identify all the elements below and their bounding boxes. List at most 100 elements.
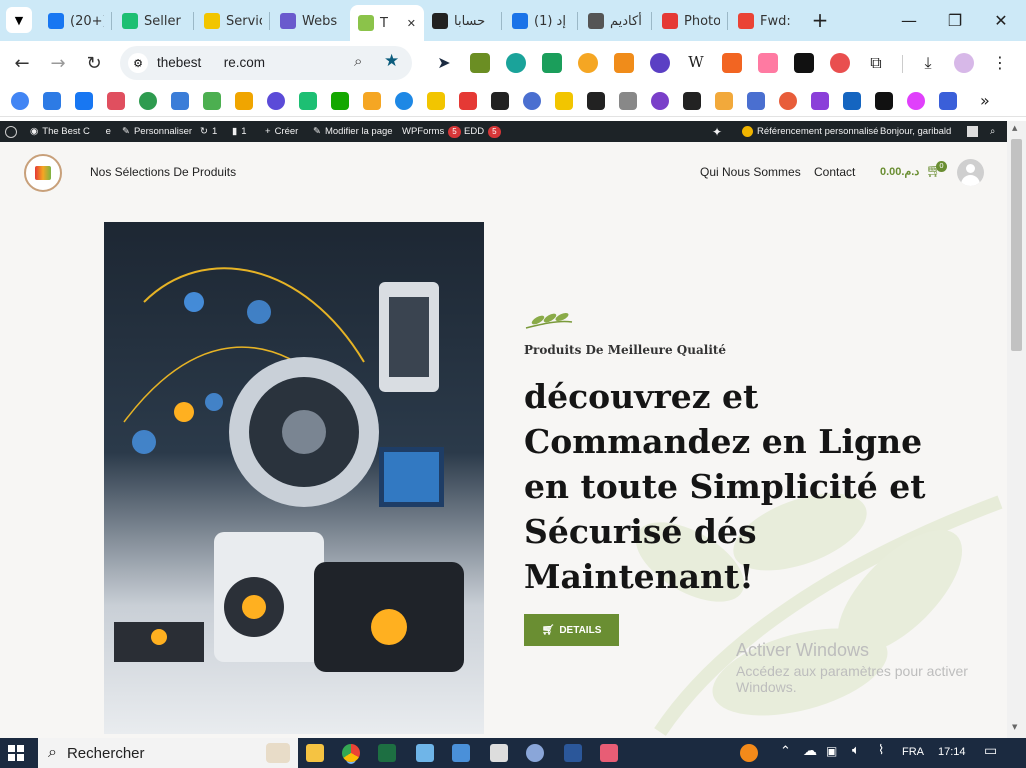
volume-icon[interactable]: 🔈︎ xyxy=(852,743,860,758)
tab-0[interactable]: (20+) xyxy=(40,6,104,36)
bookmark-14-icon[interactable] xyxy=(427,92,445,110)
admin-edd-link[interactable]: EDD 5 xyxy=(464,121,501,142)
clock[interactable]: 17:14 xyxy=(938,746,966,758)
admin-comments-link[interactable]: ▮ 1 xyxy=(232,121,247,142)
admin-customize-link[interactable]: ✎ Personnaliser xyxy=(122,121,192,142)
code-extension-icon[interactable] xyxy=(722,53,742,73)
glasses-extension-icon[interactable] xyxy=(470,53,490,73)
bookmark-6-icon[interactable] xyxy=(171,92,189,110)
admin-search-icon[interactable]: ⌕ xyxy=(990,121,995,142)
scroll-up-icon[interactable]: ▲ xyxy=(1012,124,1017,132)
bookmark-7-icon[interactable] xyxy=(203,92,221,110)
screen-recorder-icon[interactable] xyxy=(506,53,526,73)
close-tab-icon[interactable]: ✕ xyxy=(407,17,416,30)
start-button[interactable] xyxy=(8,745,24,761)
circle-extension-icon[interactable] xyxy=(650,53,670,73)
bookmark-2-icon[interactable] xyxy=(43,92,61,110)
wordpress-logo-icon[interactable] xyxy=(5,121,17,142)
image-extension-icon[interactable] xyxy=(758,53,778,73)
new-tab-button[interactable]: + xyxy=(808,8,832,32)
bookmark-1-icon[interactable] xyxy=(11,92,29,110)
bookmark-13-icon[interactable] xyxy=(395,92,413,110)
scrollbar-thumb[interactable] xyxy=(1011,139,1022,351)
chatgpt-icon[interactable] xyxy=(794,53,814,73)
bookmark-28-icon[interactable] xyxy=(875,92,893,110)
paint-icon[interactable] xyxy=(526,744,544,762)
zoom-icon[interactable]: ⌕ xyxy=(354,52,362,70)
file-explorer-icon[interactable] xyxy=(306,744,324,762)
bookmark-4-icon[interactable] xyxy=(107,92,125,110)
notification-icon[interactable]: ▭ xyxy=(984,743,997,759)
video-extension-icon[interactable] xyxy=(542,53,562,73)
close-window-button[interactable]: ✕ xyxy=(986,8,1016,32)
site-logo[interactable] xyxy=(24,154,62,192)
bookmark-23-icon[interactable] xyxy=(715,92,733,110)
app-orange-icon[interactable] xyxy=(740,744,758,762)
tab-6[interactable]: (1) إد xyxy=(504,6,570,36)
admin-wpforms-link[interactable]: WPForms 5 xyxy=(402,121,461,142)
back-button[interactable]: ← xyxy=(10,51,34,75)
language-indicator[interactable]: FRA xyxy=(902,746,924,758)
puzzle-icon[interactable]: ⧉ xyxy=(866,53,886,73)
user-avatar-icon[interactable] xyxy=(957,159,984,186)
admin-site-link[interactable]: ◉ The Best C e xyxy=(30,121,111,142)
scroll-down-icon[interactable]: ▼ xyxy=(1012,723,1017,731)
bookmark-22-icon[interactable] xyxy=(683,92,701,110)
bookmark-15-icon[interactable] xyxy=(459,92,477,110)
bookmark-11-icon[interactable] xyxy=(331,92,349,110)
word-icon[interactable] xyxy=(564,744,582,762)
nav-contact[interactable]: Contact xyxy=(814,165,855,179)
admin-ai-icon[interactable]: ✦ xyxy=(712,121,722,142)
url-text[interactable]: thebest re.com xyxy=(157,55,265,70)
bookmark-5-icon[interactable] xyxy=(139,92,157,110)
address-bar[interactable]: ⚙ thebest re.com ⌕ ★ xyxy=(120,46,412,80)
bookmark-24-icon[interactable] xyxy=(747,92,765,110)
tab-5[interactable]: حسابا xyxy=(424,6,494,36)
bookmark-29-icon[interactable] xyxy=(907,92,925,110)
reload-button[interactable]: ↻ xyxy=(82,51,106,75)
target-extension-icon[interactable] xyxy=(830,53,850,73)
cloud-icon[interactable]: ☁ xyxy=(803,743,817,759)
tab-9[interactable]: Fwd: xyxy=(730,6,792,36)
profile-avatar[interactable] xyxy=(954,53,974,73)
admin-updates-link[interactable]: ↻ 1 xyxy=(200,121,217,142)
tab-8[interactable]: Photo xyxy=(654,6,720,36)
tab-2[interactable]: Servic xyxy=(196,6,262,36)
bookmark-star-icon[interactable]: ★ xyxy=(384,51,399,71)
nav-products[interactable]: Nos Sélections De Produits xyxy=(90,165,236,179)
bookmark-8-icon[interactable] xyxy=(235,92,253,110)
bookmark-20-icon[interactable] xyxy=(619,92,637,110)
page-scrollbar[interactable]: ▲ ▼ xyxy=(1007,121,1026,738)
bookmark-25-icon[interactable] xyxy=(779,92,797,110)
admin-account-link[interactable]: Bonjour, garibald xyxy=(880,121,979,142)
menu-icon[interactable]: ⋮ xyxy=(990,53,1010,73)
notepad-icon[interactable] xyxy=(416,744,434,762)
wikipedia-icon[interactable]: W xyxy=(686,53,706,73)
cursor-extension-icon[interactable]: ➤ xyxy=(434,53,454,73)
bookmark-30-icon[interactable] xyxy=(939,92,957,110)
bookmark-18-icon[interactable] xyxy=(555,92,573,110)
admin-new-link[interactable]: + Créer xyxy=(265,121,298,142)
minimize-button[interactable]: — xyxy=(894,8,924,32)
chrome-icon[interactable] xyxy=(342,744,360,762)
forward-button[interactable]: → xyxy=(46,51,70,75)
bookmark-17-icon[interactable] xyxy=(523,92,541,110)
media-icon[interactable] xyxy=(600,744,618,762)
tab-4[interactable]: T ✕ xyxy=(350,5,424,41)
tab-3[interactable]: Webs xyxy=(272,6,338,36)
restore-button[interactable]: ❐ xyxy=(940,8,970,32)
bookmark-21-icon[interactable] xyxy=(651,92,669,110)
calculator-icon[interactable] xyxy=(490,744,508,762)
network-icon[interactable]: ⌇ xyxy=(878,743,884,758)
details-button[interactable]: 🛒︎ DETAILS xyxy=(524,614,619,646)
tab-search-button[interactable]: ▼ xyxy=(6,7,32,33)
taskbar-search[interactable]: ⌕ Rechercher xyxy=(38,738,298,768)
bookmark-3-icon[interactable] xyxy=(75,92,93,110)
site-info-icon[interactable]: ⚙ xyxy=(128,53,148,73)
cart-total[interactable]: د.م.0.00 xyxy=(880,165,919,178)
excel-icon[interactable] xyxy=(378,744,396,762)
bookmark-12-icon[interactable] xyxy=(363,92,381,110)
bookmark-9-icon[interactable] xyxy=(267,92,285,110)
bookmark-16-icon[interactable] xyxy=(491,92,509,110)
nav-about[interactable]: Qui Nous Sommes xyxy=(700,165,801,179)
